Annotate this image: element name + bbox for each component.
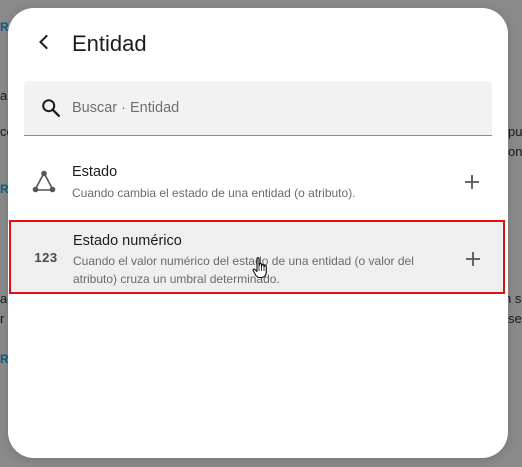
bg-fragment: r <box>0 311 5 326</box>
back-button[interactable] <box>28 26 60 58</box>
numeric-icon: 123 <box>32 243 60 271</box>
plus-icon <box>465 175 479 189</box>
item-title: Estado <box>72 164 118 180</box>
plus-icon <box>466 252 480 266</box>
add-button[interactable] <box>461 247 485 271</box>
search-icon <box>42 99 60 117</box>
bg-fragment: se <box>508 311 522 326</box>
numeric-icon-text: 123 <box>34 249 58 265</box>
add-button[interactable] <box>460 170 484 194</box>
item-title: Estado numérico <box>73 233 182 249</box>
entity-trigger-dialog: Entidad Estado Cuando cambia el estado d… <box>8 8 508 458</box>
list-item-estado[interactable]: Estado Cuando cambia el estado de una en… <box>8 148 508 218</box>
search-field[interactable] <box>24 81 492 136</box>
hand-cursor-icon <box>252 257 267 279</box>
dialog-title: Entidad <box>72 31 147 56</box>
state-graph-icon <box>30 168 58 196</box>
dialog-header: Entidad <box>8 8 508 80</box>
bg-fragment: on <box>508 144 522 159</box>
chevron-left-icon <box>39 34 48 50</box>
search-input[interactable] <box>72 81 472 135</box>
item-description: Cuando cambia el estado de una entidad (… <box>72 186 356 200</box>
bg-fragment: pu <box>508 124 522 139</box>
